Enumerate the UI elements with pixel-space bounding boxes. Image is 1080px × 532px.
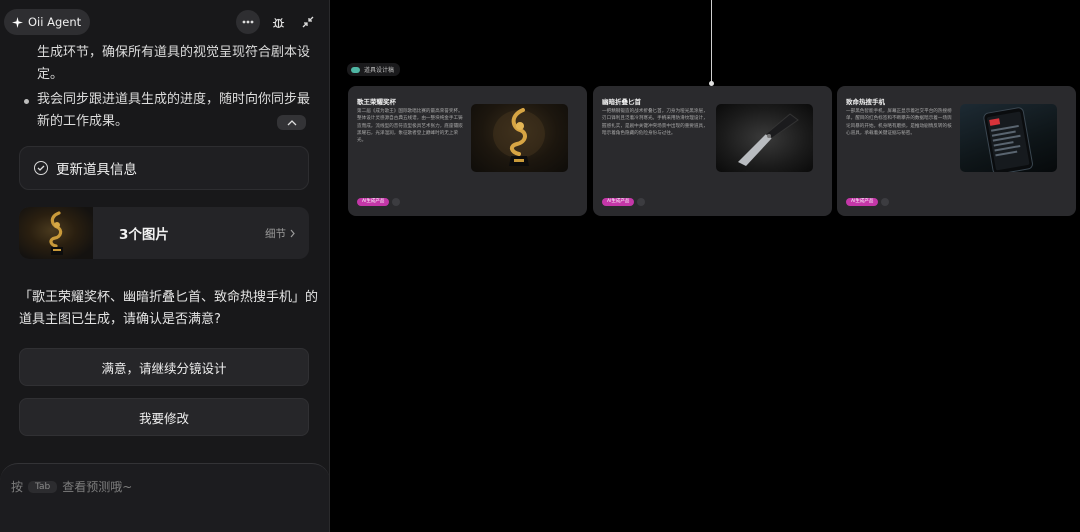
phone-image xyxy=(960,104,1057,172)
tab-key-badge: Tab xyxy=(28,480,58,493)
knife-image xyxy=(716,104,813,172)
bullet-dot xyxy=(24,99,29,104)
group-label-text: 道具设计稿 xyxy=(364,67,395,74)
detail-link[interactable]: 细节 xyxy=(265,226,295,241)
agent-selector[interactable]: Oii Agent xyxy=(4,9,91,35)
detail-label: 细节 xyxy=(265,227,286,240)
task-update-props[interactable]: 更新道具信息 xyxy=(19,146,309,190)
image-set-card[interactable]: 3个图片 细节 xyxy=(19,207,309,259)
modify-button[interactable]: 我要修改 xyxy=(19,398,309,436)
prop-description: 一把精钢锻造的战术折叠匕首，刀身为哑光黑涂层，刃口锋利且泛着冷冽寒光。手柄采用防… xyxy=(602,109,708,136)
topbar-actions xyxy=(236,10,320,34)
connector-line xyxy=(711,0,712,83)
chat-input[interactable]: 按 Tab 查看预测哦~ xyxy=(0,463,329,532)
chat-topbar: Oii Agent xyxy=(0,0,329,44)
ai-generated-tag: AI生成产品 xyxy=(357,198,390,206)
prop-title: 幽暗折叠匕首 xyxy=(602,98,641,106)
canvas-area[interactable]: 道具设计稿 歌王荣耀奖杯 第二届《成为歌王》国际歌唱比赛的最高荣誉奖杯。整体设计… xyxy=(331,0,1080,532)
group-label[interactable]: 道具设计稿 xyxy=(347,63,401,76)
chat-panel: Oii Agent 生成环节，确保所有道具的视觉呈现符合剧本设定。 我会同步跟进… xyxy=(0,0,330,532)
hint-prefix: 按 xyxy=(11,480,24,494)
more-dot-icon[interactable] xyxy=(392,198,400,206)
more-dot-icon[interactable] xyxy=(881,198,889,206)
message-bullet-2: 我会同步跟进道具生成的进度，随时向你同步最新的工作成果。 xyxy=(37,92,311,129)
prop-card-phone[interactable]: 致命热搜手机 一部黑色智能手机，屏幕正显示着社交平台的热搜榜单，醒目的红色标签和… xyxy=(837,86,1076,216)
prop-description: 第二届《成为歌王》国际歌唱比赛的最高荣誉奖杯。整体设计灵感源自古典五线谱，由一整… xyxy=(357,109,463,144)
collapse-message-button[interactable] xyxy=(277,115,306,130)
more-dot-icon[interactable] xyxy=(637,198,645,206)
confirmation-prompt: 「歌王荣耀奖杯、幽暗折叠匕首、致命热搜手机」的道具主图已生成，请确认是否满意? xyxy=(19,290,319,327)
chevron-up-icon xyxy=(287,119,296,125)
prop-card-knife[interactable]: 幽暗折叠匕首 一把精钢锻造的战术折叠匕首，刀身为哑光黑涂层，刃口锋利且泛着冷冽寒… xyxy=(593,86,832,216)
trophy-image xyxy=(471,104,568,172)
trophy-thumbnail xyxy=(19,207,93,259)
sparkle-icon xyxy=(12,16,23,28)
cloud-icon xyxy=(351,66,360,73)
prop-card-trophy[interactable]: 歌王荣耀奖杯 第二届《成为歌王》国际歌唱比赛的最高荣誉奖杯。整体设计灵感源自古典… xyxy=(348,86,587,216)
chevron-right-icon xyxy=(290,229,295,237)
hint-suffix: 查看预测哦~ xyxy=(62,480,133,494)
confirm-continue-button[interactable]: 满意，请继续分镜设计 xyxy=(19,348,309,386)
task-label: 更新道具信息 xyxy=(56,162,137,178)
prop-title: 致命热搜手机 xyxy=(846,98,885,106)
message-line-continued: 生成环节，确保所有道具的视觉呈现符合剧本设定。 xyxy=(37,45,311,82)
input-placeholder: 按 Tab 查看预测哦~ xyxy=(11,478,132,495)
bug-icon[interactable] xyxy=(266,10,290,34)
ai-generated-tag: AI生成产品 xyxy=(602,198,635,206)
collapse-arrows-icon[interactable] xyxy=(296,10,320,34)
check-circle-icon xyxy=(34,161,48,175)
image-count: 3个图片 xyxy=(119,227,169,243)
ai-generated-tag: AI生成产品 xyxy=(846,198,879,206)
prop-title: 歌王荣耀奖杯 xyxy=(357,98,396,106)
more-dots-icon[interactable] xyxy=(236,10,260,34)
agent-name: Oii Agent xyxy=(28,15,82,29)
prop-description: 一部黑色智能手机，屏幕正显示着社交平台的热搜榜单，醒目的红色标签和不断攀升的数据… xyxy=(846,109,952,136)
